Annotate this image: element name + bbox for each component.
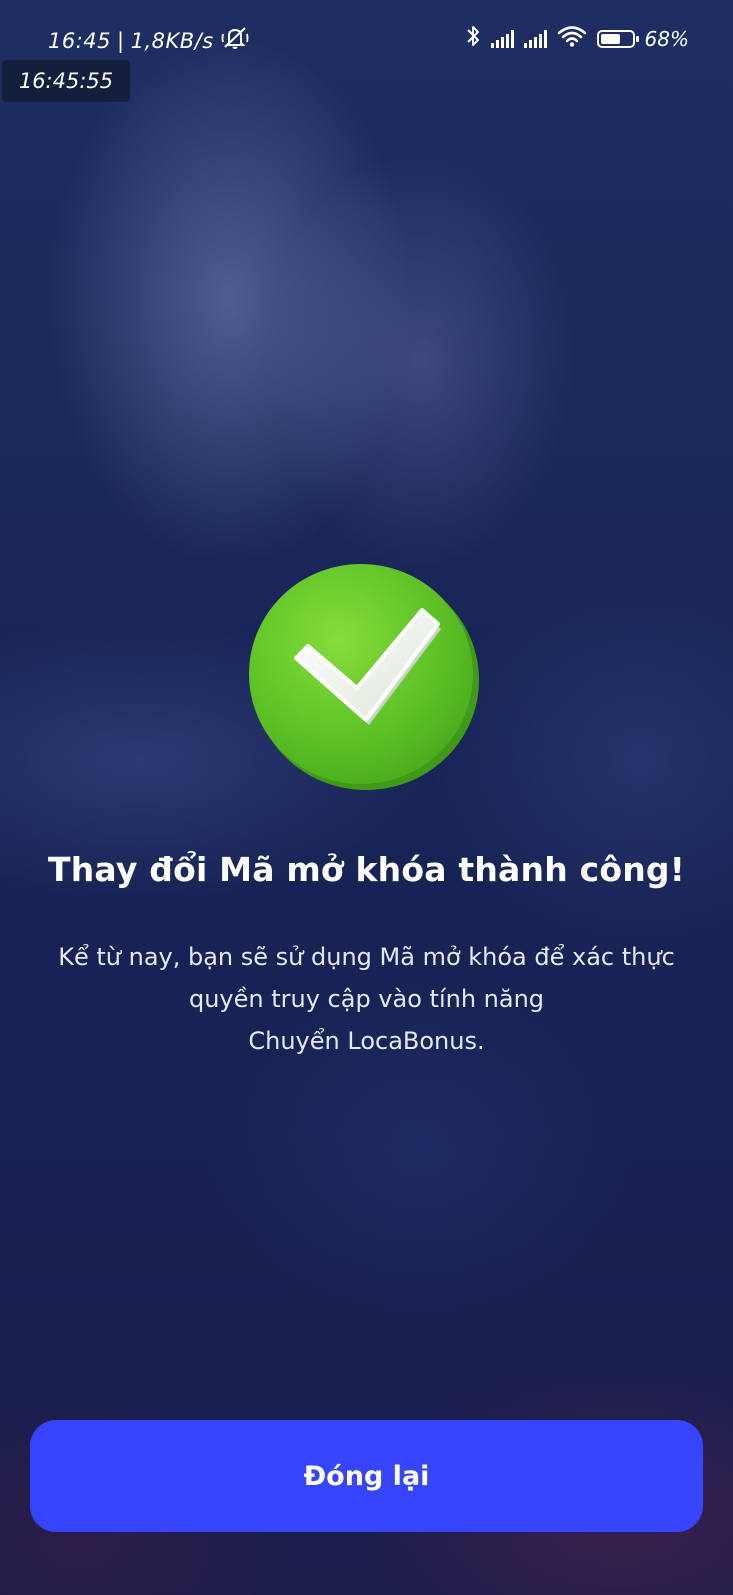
signal-icon: [523, 29, 547, 48]
status-separator: |: [117, 28, 125, 53]
battery-icon: [596, 29, 639, 48]
background: [0, 0, 733, 1595]
signal-icon: [490, 29, 514, 48]
close-button[interactable]: Đóng lại: [30, 1420, 703, 1532]
mute-bell-icon: [220, 26, 250, 55]
status-time: 16:45: [48, 28, 112, 53]
status-right: 68%: [465, 24, 689, 53]
message-line: Chuyển LocaBonus.: [248, 1027, 485, 1055]
check-circle-icon: [246, 560, 480, 794]
message-line: quyền truy cập vào tính năng: [188, 985, 545, 1013]
wifi-icon: [557, 25, 587, 52]
message-line: Kể từ nay, bạn sẽ sử dụng Mã mở khóa để …: [58, 943, 675, 971]
clock-overlay: 16:45:55: [2, 60, 130, 102]
battery-level: [600, 33, 621, 44]
status-left: 16:45 | 1,8KB/s: [48, 26, 250, 55]
battery-percent: 68%: [644, 26, 689, 51]
success-title: Thay đổi Mã mở khóa thành công!: [48, 850, 685, 889]
success-message: Kể từ nay, bạn sẽ sử dụng Mã mở khóa để …: [20, 936, 713, 1062]
bluetooth-icon: [465, 24, 481, 53]
network-speed: 1,8KB/s: [130, 28, 214, 53]
